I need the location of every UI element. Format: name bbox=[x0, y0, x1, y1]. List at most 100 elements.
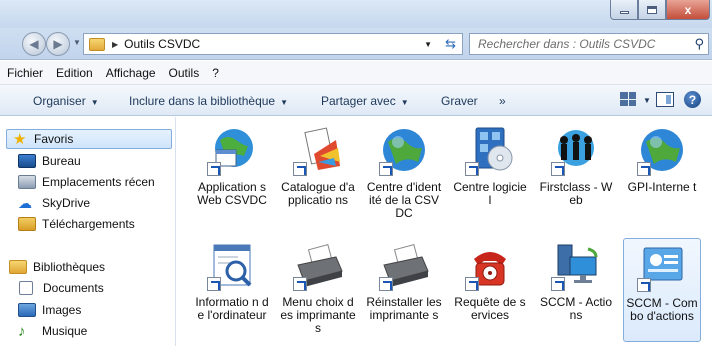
maximize-button[interactable] bbox=[638, 0, 666, 20]
system-info-icon bbox=[204, 241, 260, 291]
organize-button[interactable]: Organiser ▼ bbox=[33, 94, 99, 108]
menu-outils[interactable]: Outils bbox=[169, 66, 200, 80]
sidebar-item-skydrive[interactable]: ☁ SkyDrive bbox=[18, 193, 90, 213]
globe-icon bbox=[634, 126, 690, 176]
file-item-sccm-actions[interactable]: SCCM - Actions bbox=[537, 238, 615, 322]
recent-pages-dropdown-icon[interactable]: ▼ bbox=[73, 38, 81, 47]
catalog-palette-icon bbox=[290, 126, 346, 176]
cloud-icon: ☁ bbox=[18, 194, 32, 211]
globe-window-icon bbox=[204, 126, 260, 176]
sidebar-item-bibliotheques[interactable]: Bibliothèques bbox=[9, 257, 105, 277]
help-icon[interactable]: ? bbox=[684, 91, 701, 108]
search-input[interactable]: Rechercher dans : Outils CSVDC ⚲ bbox=[469, 33, 709, 55]
sidebar-item-label: Bibliothèques bbox=[33, 260, 106, 274]
shortcut-arrow-icon bbox=[293, 277, 307, 291]
sidebar-item-bureau[interactable]: Bureau bbox=[18, 151, 81, 171]
sidebar-item-images[interactable]: Images bbox=[18, 300, 81, 320]
menu-edition[interactable]: Edition bbox=[56, 66, 93, 80]
refresh-icon[interactable]: ⇆ bbox=[445, 36, 456, 52]
shortcut-arrow-icon bbox=[551, 277, 565, 291]
preview-pane-icon[interactable] bbox=[656, 92, 674, 107]
file-list: Application s Web CSVDC Catalogue d'appl… bbox=[177, 117, 712, 346]
include-library-button[interactable]: Inclure dans la bibliothèque ▼ bbox=[129, 94, 288, 108]
file-item-menu-imprimantes[interactable]: Menu choix des imprimante s bbox=[279, 238, 357, 335]
chevron-down-icon: ▼ bbox=[90, 98, 99, 107]
file-label: Réinstaller les imprimante s bbox=[366, 295, 442, 322]
share-button[interactable]: Partager avec ▼ bbox=[321, 94, 409, 108]
chevron-down-icon: ▼ bbox=[400, 98, 409, 107]
sidebar-item-label: Favoris bbox=[34, 132, 74, 146]
file-label: Informatio n de l'ordinateur bbox=[195, 295, 269, 322]
file-label: Requête de services bbox=[454, 295, 526, 322]
menu-bar: Fichier Edition Affichage Outils ? bbox=[0, 61, 712, 85]
change-view-icon[interactable] bbox=[620, 92, 636, 106]
file-item-information-ordinateur[interactable]: Informatio n de l'ordinateur bbox=[193, 238, 271, 322]
address-dropdown-icon[interactable]: ▼ bbox=[424, 40, 432, 49]
more-commands-button[interactable]: » bbox=[499, 94, 506, 108]
downloads-icon bbox=[18, 217, 36, 231]
desktop-icon bbox=[18, 154, 36, 168]
recent-places-icon bbox=[18, 175, 36, 189]
view-dropdown-icon[interactable]: ▼ bbox=[643, 96, 651, 105]
file-label: Menu choix des imprimante s bbox=[280, 295, 356, 335]
close-icon: x bbox=[684, 2, 692, 17]
file-item-sccm-combo[interactable]: SCCM - Combo d'actions bbox=[623, 238, 701, 342]
menu-affichage[interactable]: Affichage bbox=[106, 66, 156, 80]
back-arrow-icon: ◀ bbox=[29, 37, 39, 51]
shortcut-arrow-icon bbox=[637, 278, 651, 292]
sidebar-item-emplacements[interactable]: Emplacements récen bbox=[18, 172, 155, 192]
sidebar-item-label: Emplacements récen bbox=[42, 175, 155, 189]
menu-help[interactable]: ? bbox=[212, 66, 219, 80]
forward-button[interactable]: ▶ bbox=[46, 32, 70, 56]
file-item-firstclass[interactable]: Firstclass - Web bbox=[537, 123, 615, 207]
sidebar-item-label: SkyDrive bbox=[42, 196, 91, 210]
star-icon: ★ bbox=[13, 131, 27, 148]
sidebar-item-telechargements[interactable]: Téléchargements bbox=[18, 214, 135, 234]
close-button[interactable]: x bbox=[666, 0, 710, 20]
sidebar-item-label: Musique bbox=[42, 324, 88, 338]
file-item-centre-logiciel[interactable]: Centre logiciel bbox=[451, 123, 529, 207]
globe-icon bbox=[376, 126, 432, 176]
file-label: Centre logiciel bbox=[453, 180, 527, 207]
shortcut-arrow-icon bbox=[379, 162, 393, 176]
sccm-combo-icon bbox=[634, 242, 690, 292]
minimize-icon bbox=[619, 11, 629, 14]
breadcrumb-separator-icon[interactable]: ▶ bbox=[112, 40, 118, 49]
shortcut-arrow-icon bbox=[637, 162, 651, 176]
organize-label: Organiser bbox=[33, 94, 86, 108]
file-item-requete-services[interactable]: Requête de services bbox=[451, 238, 529, 322]
music-icon: ♪ bbox=[18, 322, 26, 340]
shortcut-arrow-icon bbox=[293, 162, 307, 176]
menu-fichier[interactable]: Fichier bbox=[7, 66, 43, 80]
sidebar-item-documents[interactable]: Documents bbox=[19, 278, 104, 298]
forward-arrow-icon: ▶ bbox=[53, 37, 63, 51]
documents-icon bbox=[19, 281, 33, 295]
file-item-gpi-internet[interactable]: GPI-Interne t bbox=[623, 123, 701, 194]
printer-icon bbox=[376, 241, 432, 291]
telephone-icon bbox=[462, 241, 518, 291]
navigation-pane: ★ Favoris Bureau Emplacements récen ☁ Sk… bbox=[0, 117, 176, 346]
command-bar: Organiser ▼ Inclure dans la bibliothèque ▼… bbox=[0, 85, 712, 116]
file-label: Catalogue d'applicatio ns bbox=[281, 180, 355, 207]
address-bar[interactable]: ▶ Outils CSVDC ▼ ⇆ bbox=[83, 33, 463, 55]
shortcut-arrow-icon bbox=[207, 277, 221, 291]
file-item-catalogue[interactable]: Catalogue d'applicatio ns bbox=[279, 123, 357, 207]
search-icon[interactable]: ⚲ bbox=[694, 36, 704, 52]
share-label: Partager avec bbox=[321, 94, 396, 108]
sidebar-item-label: Images bbox=[42, 303, 82, 317]
file-item-centre-identite[interactable]: Centre d'identité de la CSVDC bbox=[365, 123, 443, 220]
firstclass-globe-icon bbox=[548, 126, 604, 176]
file-item-applications-web[interactable]: Application s Web CSVDC bbox=[193, 123, 271, 207]
sidebar-item-label: Documents bbox=[43, 281, 104, 295]
file-label: GPI-Interne t bbox=[627, 180, 697, 194]
sidebar-item-musique[interactable]: ♪ Musique bbox=[18, 321, 87, 341]
sidebar-item-favoris[interactable]: ★ Favoris bbox=[6, 129, 172, 149]
sidebar-item-label: Bureau bbox=[42, 154, 81, 168]
breadcrumb-segment[interactable]: Outils CSVDC bbox=[124, 37, 200, 51]
minimize-button[interactable] bbox=[610, 0, 638, 20]
file-label: Application s Web CSVDC bbox=[197, 180, 267, 207]
file-item-reinstaller-imprimantes[interactable]: Réinstaller les imprimante s bbox=[365, 238, 443, 322]
burn-button[interactable]: Graver bbox=[441, 94, 478, 108]
sidebar-item-label: Téléchargements bbox=[42, 217, 135, 231]
back-button[interactable]: ◀ bbox=[22, 32, 46, 56]
